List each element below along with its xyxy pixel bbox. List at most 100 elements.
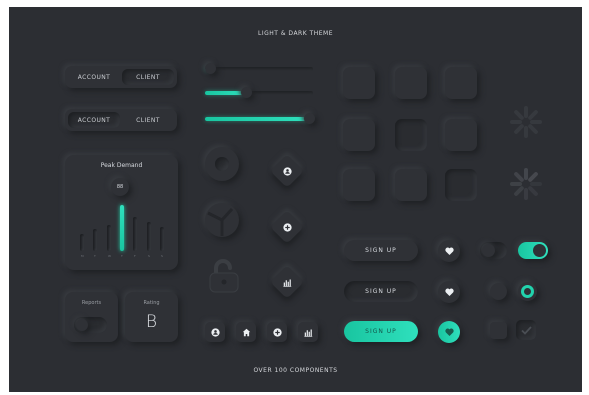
day-label: T — [121, 254, 123, 258]
unlock-icon — [209, 259, 239, 293]
user-icon — [282, 166, 292, 176]
checkbox-on[interactable] — [516, 320, 536, 340]
tile[interactable] — [343, 169, 375, 201]
day-label: M — [81, 254, 84, 258]
tile[interactable] — [395, 67, 427, 99]
ring-knob-inner — [215, 157, 229, 171]
tile[interactable] — [445, 169, 477, 201]
day-label: T — [94, 254, 96, 258]
plus-icon — [272, 327, 282, 337]
rating-card: Rating B — [125, 292, 178, 342]
radio-off[interactable] — [490, 283, 507, 300]
diamond-button[interactable] — [270, 265, 304, 299]
heart-button-pressed[interactable] — [438, 281, 460, 303]
loader-spoke — [514, 110, 524, 120]
switch-knob — [482, 244, 495, 257]
reports-label: Reports — [81, 300, 102, 306]
loader-icon-active — [510, 168, 542, 200]
signup-button-raised[interactable]: SIGN UP — [344, 240, 418, 261]
loader-spoke — [528, 110, 538, 120]
page-title: LIGHT & DARK THEME — [258, 30, 333, 37]
signup-button-active[interactable]: SIGN UP — [344, 321, 418, 342]
bar — [107, 225, 111, 251]
check-icon — [520, 325, 532, 335]
peak-value-badge: 88 — [111, 178, 129, 196]
user-button[interactable] — [205, 322, 225, 342]
bar — [133, 217, 137, 251]
segmented-control-1: ACCOUNT CLIENT — [65, 66, 177, 88]
loader-spoke — [514, 124, 524, 134]
radio-ring — [521, 285, 534, 298]
tile[interactable] — [445, 119, 477, 151]
bar-chart-button[interactable] — [298, 322, 318, 342]
slider-thumb[interactable] — [304, 113, 315, 124]
heart-icon — [444, 247, 454, 255]
day-label: W — [108, 254, 111, 258]
heart-button-active[interactable] — [438, 321, 460, 343]
slider-track[interactable] — [205, 63, 313, 74]
slider-fill — [205, 117, 310, 121]
bar-chart — [75, 203, 169, 251]
loader-spoke — [528, 124, 538, 134]
toggle-knob — [76, 319, 88, 331]
slider-fill — [205, 91, 246, 95]
loader-icon — [510, 106, 542, 138]
bar-chart-icon — [303, 329, 312, 337]
bar — [160, 227, 164, 251]
footer-title: OVER 100 COMPONENTS — [253, 367, 338, 374]
plus-button[interactable] — [267, 322, 287, 342]
checkbox-off[interactable] — [490, 322, 507, 339]
rating-value: B — [145, 312, 158, 332]
bar-chart-icon — [282, 279, 291, 287]
reports-card: Reports — [65, 292, 118, 342]
segment-client-2[interactable]: CLIENT — [122, 112, 174, 128]
bar-highlight — [120, 205, 124, 251]
tile[interactable] — [395, 119, 427, 151]
tile[interactable] — [395, 169, 427, 201]
day-label: S — [161, 254, 163, 258]
slider-track[interactable] — [205, 113, 315, 124]
signup-button-pressed[interactable]: SIGN UP — [344, 281, 418, 302]
segmented-control-2: ACCOUNT CLIENT — [65, 109, 177, 131]
segment-account-2[interactable]: ACCOUNT — [68, 112, 120, 128]
tile[interactable] — [343, 67, 375, 99]
switch-on[interactable] — [518, 242, 548, 259]
diamond-button[interactable] — [270, 210, 304, 244]
day-label: S — [148, 254, 150, 258]
pie-knob[interactable] — [205, 203, 239, 237]
rating-label: Rating — [143, 300, 160, 306]
heart-button-raised[interactable] — [438, 240, 460, 262]
diamond-button[interactable] — [270, 154, 304, 188]
radio-on[interactable] — [518, 282, 537, 301]
plus-icon — [282, 222, 292, 232]
radio-dot — [524, 288, 531, 295]
switch-off[interactable] — [480, 242, 507, 259]
heart-icon — [444, 328, 454, 336]
showcase-canvas: LIGHT & DARK THEME ACCOUNT CLIENT ACCOUN… — [9, 7, 582, 392]
chart-title: Peak Demand — [100, 162, 143, 169]
bar — [80, 234, 84, 251]
tile[interactable] — [445, 67, 477, 99]
peak-demand-card: Peak Demand 88 M T W T F S S — [65, 155, 178, 270]
tile[interactable] — [343, 119, 375, 151]
ring-knob[interactable] — [205, 147, 239, 181]
day-label: F — [134, 254, 136, 258]
loader-spoke — [528, 172, 538, 182]
pie-icon — [207, 207, 234, 236]
loader-spoke — [514, 186, 524, 196]
segment-client-1[interactable]: CLIENT — [122, 69, 174, 85]
home-button[interactable] — [236, 322, 256, 342]
user-icon — [210, 327, 220, 337]
loader-spoke — [528, 186, 538, 196]
bar — [147, 222, 151, 251]
reports-toggle[interactable] — [74, 317, 107, 333]
home-icon — [242, 328, 250, 336]
slider-track[interactable] — [205, 87, 313, 98]
slider-thumb[interactable] — [241, 87, 252, 98]
segment-account-1[interactable]: ACCOUNT — [68, 69, 120, 85]
bar — [93, 229, 97, 251]
day-labels: MTWTFSS — [75, 254, 169, 260]
slider-thumb[interactable] — [205, 63, 216, 74]
loader-spoke — [514, 172, 524, 182]
heart-icon — [444, 288, 454, 296]
